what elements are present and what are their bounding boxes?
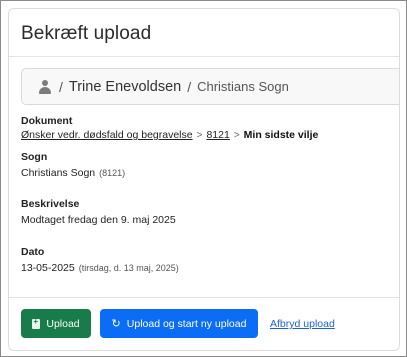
divider — [9, 297, 399, 298]
document-path: Ønsker vedr. dødsfald og begravelse > 81… — [21, 129, 318, 141]
breadcrumb-separator: / — [59, 78, 63, 95]
breadcrumb-parish: Christians Sogn — [197, 79, 289, 94]
cancel-upload-link[interactable]: Afbryd upload — [270, 318, 335, 330]
document-path-code-link[interactable]: 8121 — [206, 129, 229, 141]
user-icon — [39, 79, 51, 94]
confirm-upload-dialog: Bekræft upload / Trine Enevoldsen / Chri… — [8, 8, 400, 351]
breadcrumb-separator: / — [187, 78, 192, 95]
document-label: Dokument — [21, 115, 73, 127]
parish-label: Sogn — [21, 151, 48, 163]
upload-and-start-new-button[interactable]: ↻ Upload og start ny upload — [100, 309, 258, 338]
document-path-category-link[interactable]: Ønsker vedr. dødsfald og begravelse — [21, 129, 193, 141]
date-value: 13-05-2025 (tirsdag, d. 13 maj, 2025) — [21, 262, 179, 274]
dialog-title: Bekræft upload — [21, 23, 152, 44]
window-frame: Bekræft upload / Trine Enevoldsen / Chri… — [0, 0, 407, 357]
date-detail: (tirsdag, d. 13 maj, 2025) — [78, 263, 179, 273]
divider — [9, 56, 399, 57]
upload-button[interactable]: Upload — [21, 309, 91, 338]
refresh-icon: ↻ — [111, 318, 121, 330]
chevron-right-icon: > — [233, 129, 240, 141]
parish-name: Christians Sogn — [21, 167, 96, 179]
description-value: Modtaget fredag den 9. maj 2025 — [21, 214, 176, 226]
upload-new-button-label: Upload og start ny upload — [126, 317, 247, 330]
chevron-right-icon: > — [196, 129, 203, 141]
breadcrumb-person: Trine Enevoldsen — [68, 78, 182, 95]
breadcrumb: / Trine Enevoldsen / Christians Sogn — [21, 68, 399, 105]
file-plus-icon — [32, 317, 41, 329]
document-current: Min sidste vilje — [243, 129, 319, 141]
parish-code: (8121) — [99, 168, 126, 178]
upload-button-label: Upload — [46, 317, 80, 330]
parish-value: Christians Sogn (8121) — [21, 167, 125, 179]
description-label: Beskrivelse — [21, 198, 80, 210]
date-text: 13-05-2025 — [21, 262, 75, 274]
date-label: Dato — [21, 246, 45, 258]
